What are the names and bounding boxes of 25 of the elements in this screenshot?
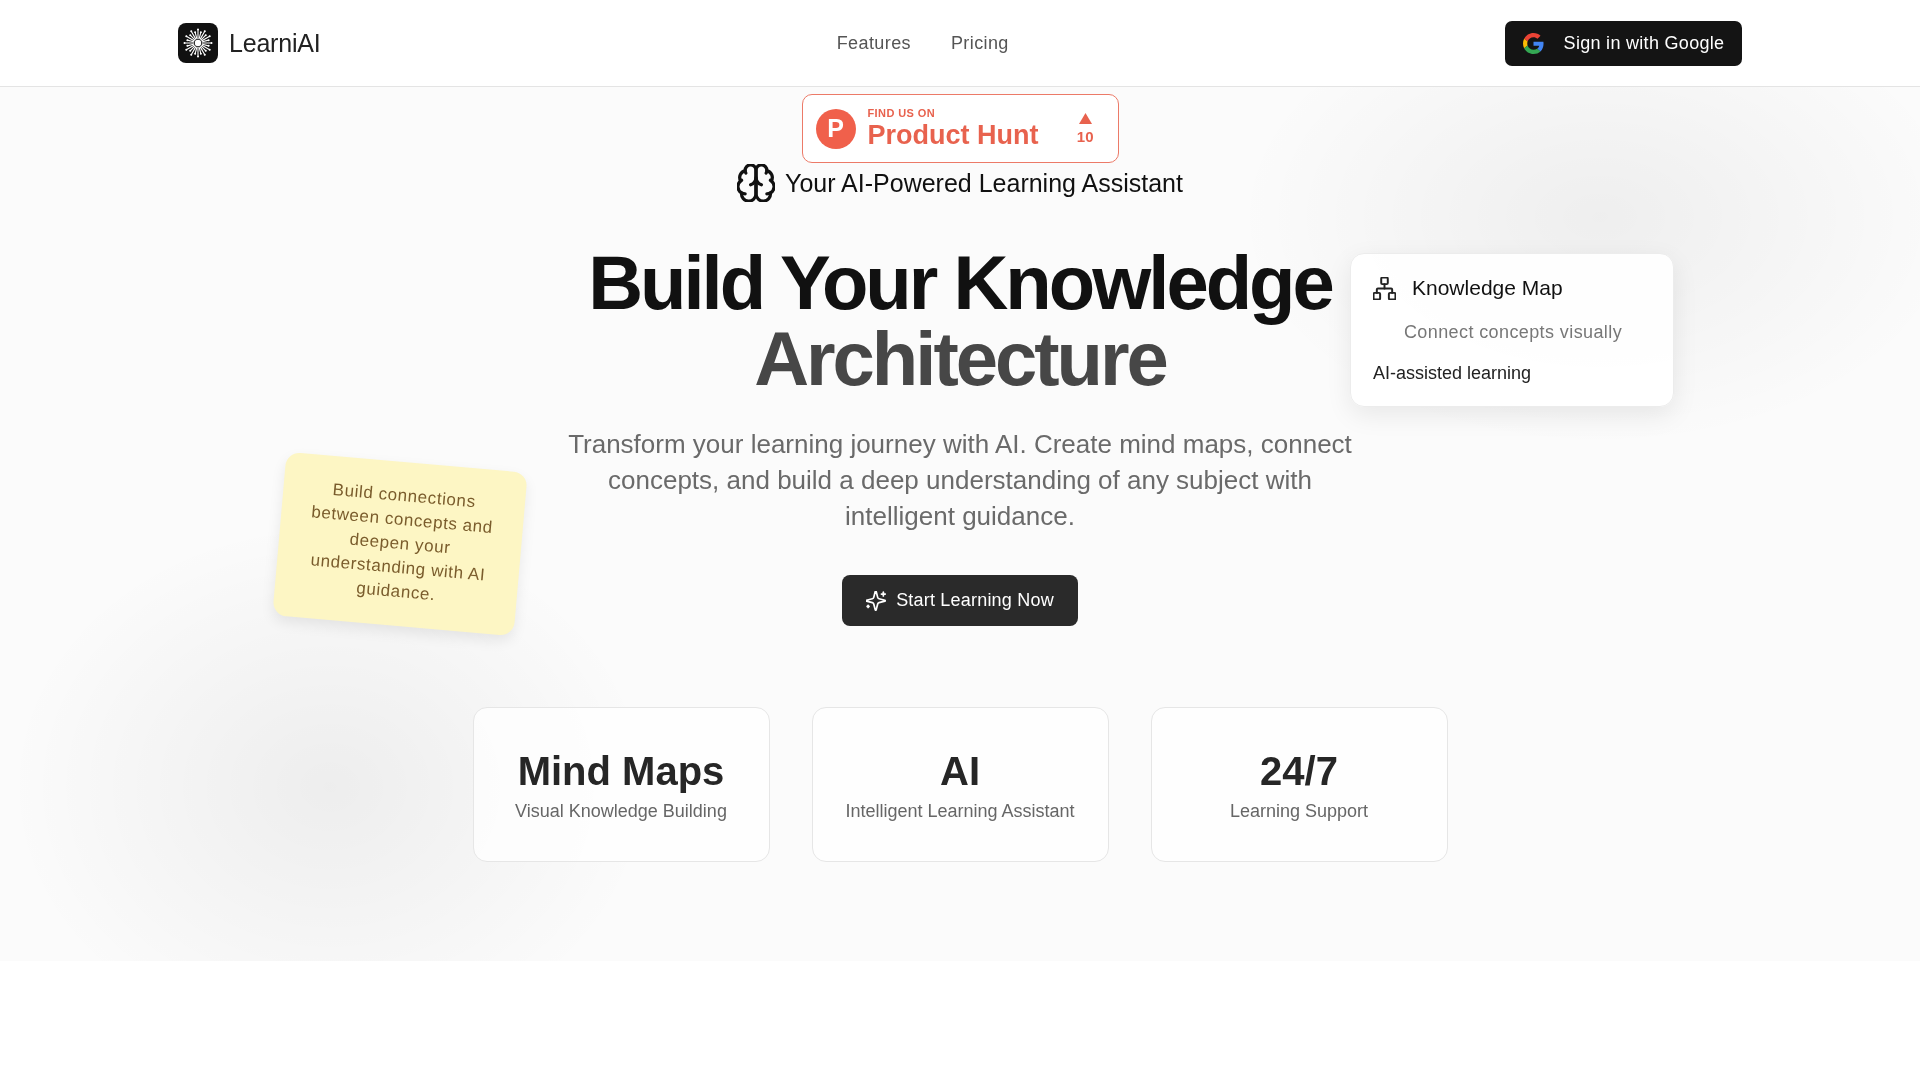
hero-heading: Architecture [754,321,1166,397]
brand-name[interactable]: LearniAI [229,28,321,58]
sign-in-button[interactable]: Sign in with Google [1505,20,1742,66]
sparkle-icon [866,590,887,611]
sticky-note: Build connections between concepts and deepen your understanding with AI guidance. [272,451,528,637]
stat-label: Intelligent Learning Assistant [845,799,1075,822]
tagline-text: Your AI-Powered Learning Assistant [785,168,1183,198]
card-subtitle: Connect concepts visually [1403,321,1623,343]
hero-description: Transform your learning journey with AI. Create mind maps, connect concepts, and build a deep understanding of any subject with intelligent guidance. [567,428,1353,533]
network-icon [1373,276,1396,300]
stat-value: 24/7 [1260,747,1338,794]
stat-value: AI [940,747,980,794]
card-title: Knowledge Map [1412,276,1563,300]
letter-logo-icon: P [815,108,856,149]
logo-icon [178,23,218,63]
card-text: AI-assisted learning [1373,362,1533,384]
stat-label: Learning Support [1229,799,1369,822]
google-icon [1522,32,1544,54]
stat-value: Mind Maps [517,747,725,794]
stat-label: Visual Knowledge Building [515,799,727,822]
brain-icon [737,164,776,202]
nav-link[interactable]: Pricing [950,32,1009,54]
nav-link[interactable]: Features [836,32,911,54]
start-learning-button[interactable]: Start Learning Now [842,575,1078,626]
triangle-icon [1078,112,1092,124]
